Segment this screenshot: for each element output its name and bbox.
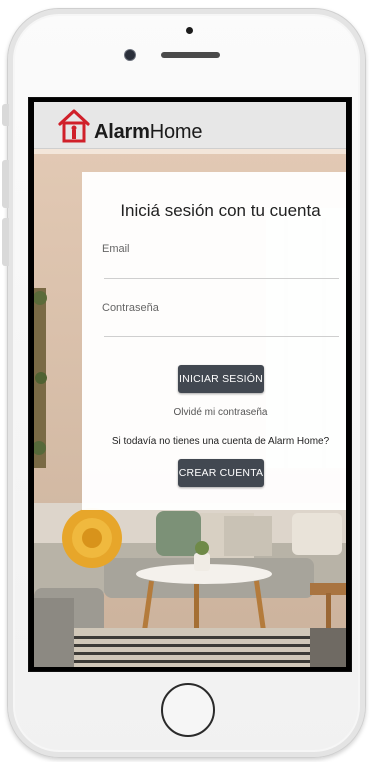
phone-screen: AlarmHome Iniciá sesión con tu cuenta Em… [28, 97, 352, 672]
proximity-sensor [186, 27, 193, 34]
brand-name-light: Home [149, 121, 203, 143]
mute-switch [2, 104, 9, 126]
create-account-button[interactable]: CREAR CUENTA [178, 459, 264, 487]
forgot-password-link[interactable]: Olvidé mi contraseña [82, 407, 346, 418]
earpiece-speaker [161, 52, 220, 58]
password-underline [104, 336, 339, 337]
app-header: AlarmHome [34, 102, 346, 149]
house-logo-icon [58, 109, 90, 143]
brand-wordmark: AlarmHome [94, 121, 202, 144]
login-title: Iniciá sesión con tu cuenta [120, 201, 321, 220]
brand-name-bold: Alarm [94, 121, 150, 143]
volume-up-button [2, 160, 9, 208]
volume-down-button [2, 218, 9, 266]
login-card: Iniciá sesión con tu cuenta Email Contra… [82, 172, 346, 510]
login-button[interactable]: INICIAR SESIÓN [178, 365, 264, 393]
password-field[interactable] [104, 312, 343, 336]
email-field[interactable] [104, 254, 343, 278]
home-button[interactable] [161, 683, 215, 737]
app-viewport: AlarmHome Iniciá sesión con tu cuenta Em… [34, 102, 346, 667]
signup-prompt: Si todavía no tienes una cuenta de Alarm… [111, 436, 330, 447]
email-underline [104, 278, 339, 279]
front-camera [125, 50, 135, 60]
